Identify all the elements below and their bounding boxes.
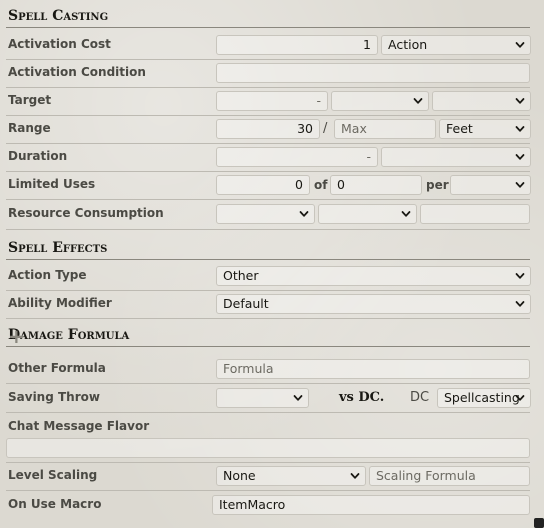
ability-modifier-label: Ability Modifier	[8, 296, 112, 310]
chevron-down-icon	[413, 96, 423, 106]
target-label: Target	[8, 93, 52, 107]
chat-flavor-input[interactable]	[6, 438, 530, 458]
limited-uses-per-text: per	[426, 178, 449, 192]
activation-cost-input[interactable]: 1	[216, 35, 378, 55]
level-scaling-mode-select[interactable]: None	[216, 466, 366, 486]
action-type-select[interactable]: Other	[216, 266, 531, 286]
other-formula-row: Other Formula Formula	[6, 356, 530, 384]
ability-modifier-value: Default	[223, 296, 269, 311]
range-separator: /	[323, 121, 328, 136]
saving-throw-scaling-value: Spellcasting	[444, 390, 520, 405]
chat-flavor-row: Chat Message Flavor	[6, 414, 530, 463]
level-scaling-mode-value: None	[223, 468, 256, 483]
other-formula-input[interactable]: Formula	[216, 359, 530, 379]
section-header-spell-casting: Spell Casting	[6, 5, 530, 28]
duration-units-select[interactable]	[381, 147, 531, 167]
limited-uses-max-input[interactable]: 0	[330, 175, 422, 195]
section-header-damage-formula: Damage Formula +	[6, 324, 530, 347]
saving-throw-ability-select[interactable]	[216, 388, 309, 408]
chevron-down-icon	[401, 209, 411, 219]
level-scaling-row: Level Scaling None Scaling Formula	[6, 463, 530, 491]
limited-uses-value-input[interactable]: 0	[216, 175, 310, 195]
saving-throw-scaling-select[interactable]: Spellcasting	[437, 388, 531, 408]
action-type-row: Action Type Other	[6, 264, 531, 291]
resource-amount-input[interactable]	[420, 204, 530, 224]
chevron-down-icon	[515, 96, 525, 106]
resource-target-select[interactable]	[318, 204, 417, 224]
chevron-down-icon	[293, 393, 303, 403]
saving-throw-row: Saving Throw vs DC. DC Spellcasting	[6, 385, 531, 413]
range-units-value: Feet	[446, 121, 473, 136]
resize-handle[interactable]	[534, 518, 544, 528]
range-value-input[interactable]: 30	[216, 119, 320, 139]
other-formula-label: Other Formula	[8, 361, 106, 375]
activation-cost-row: Activation Cost 1 Action	[6, 33, 531, 60]
range-row: Range 30 / Max Feet	[6, 117, 531, 144]
ability-modifier-select[interactable]: Default	[216, 294, 531, 314]
on-use-macro-label: On Use Macro	[8, 497, 102, 511]
saving-throw-label: Saving Throw	[8, 390, 100, 404]
activation-type-select[interactable]: Action	[381, 35, 531, 55]
plus-icon[interactable]: +	[8, 326, 522, 346]
resource-type-select[interactable]	[216, 204, 315, 224]
activation-condition-row: Activation Condition	[6, 61, 530, 88]
limited-uses-per-select[interactable]	[450, 175, 531, 195]
activation-condition-label: Activation Condition	[8, 65, 146, 79]
action-type-value: Other	[223, 268, 259, 283]
level-scaling-formula-input[interactable]: Scaling Formula	[369, 466, 530, 486]
chat-flavor-label: Chat Message Flavor	[8, 419, 150, 433]
activation-cost-label: Activation Cost	[8, 37, 111, 51]
chevron-down-icon	[350, 471, 360, 481]
chevron-down-icon	[515, 40, 525, 50]
target-type-select[interactable]	[432, 91, 531, 111]
chevron-down-icon	[515, 180, 525, 190]
limited-uses-label: Limited Uses	[8, 177, 96, 191]
level-scaling-label: Level Scaling	[8, 468, 98, 482]
chevron-down-icon	[515, 124, 525, 134]
section-title: Spell Casting	[8, 8, 109, 24]
resource-consumption-label: Resource Consumption	[8, 206, 164, 220]
chevron-down-icon	[515, 299, 525, 309]
duration-label: Duration	[8, 149, 68, 163]
target-units-select[interactable]	[331, 91, 429, 111]
on-use-macro-input[interactable]: ItemMacro	[212, 495, 530, 515]
target-value-input[interactable]: -	[216, 91, 328, 111]
range-long-input[interactable]: Max	[334, 119, 436, 139]
range-label: Range	[8, 121, 51, 135]
target-row: Target -	[6, 89, 531, 116]
limited-uses-row: Limited Uses 0 of 0 per	[6, 173, 531, 200]
range-units-select[interactable]: Feet	[439, 119, 531, 139]
limited-uses-of-text: of	[314, 178, 328, 192]
duration-value-input[interactable]: -	[216, 147, 378, 167]
chevron-down-icon	[299, 209, 309, 219]
ability-modifier-row: Ability Modifier Default	[6, 292, 531, 319]
duration-row: Duration -	[6, 145, 531, 172]
chevron-down-icon	[515, 393, 525, 403]
on-use-macro-row: On Use Macro ItemMacro	[6, 492, 530, 519]
activation-condition-input[interactable]	[216, 63, 530, 83]
action-type-label: Action Type	[8, 268, 87, 282]
resource-consumption-row: Resource Consumption	[6, 201, 530, 230]
chevron-down-icon	[515, 152, 525, 162]
saving-throw-vs-dc-text: vs DC.	[339, 390, 385, 405]
chevron-down-icon	[515, 271, 525, 281]
section-header-spell-effects: Spell Effects	[6, 237, 530, 260]
section-title: Spell Effects	[8, 240, 108, 256]
saving-throw-dc-text: DC	[410, 390, 430, 405]
activation-type-value: Action	[388, 37, 428, 52]
